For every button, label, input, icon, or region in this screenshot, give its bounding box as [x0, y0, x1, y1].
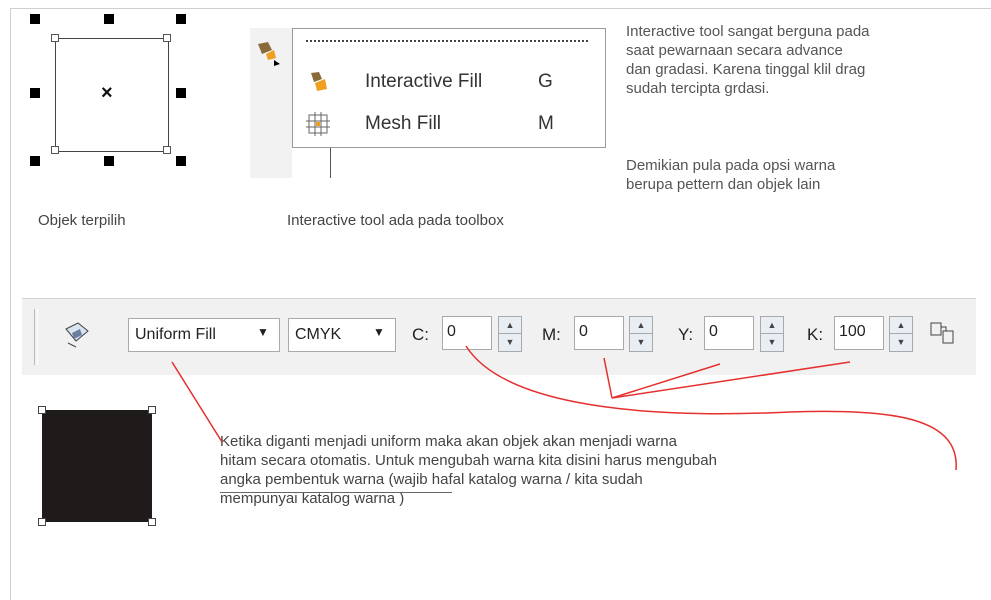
annotation-overlay	[171, 345, 957, 471]
annotation-line	[171, 361, 223, 443]
annotation-line	[611, 363, 721, 399]
annotation-line	[603, 357, 613, 399]
annotation-curve	[465, 345, 957, 471]
annotation-line	[611, 361, 851, 399]
